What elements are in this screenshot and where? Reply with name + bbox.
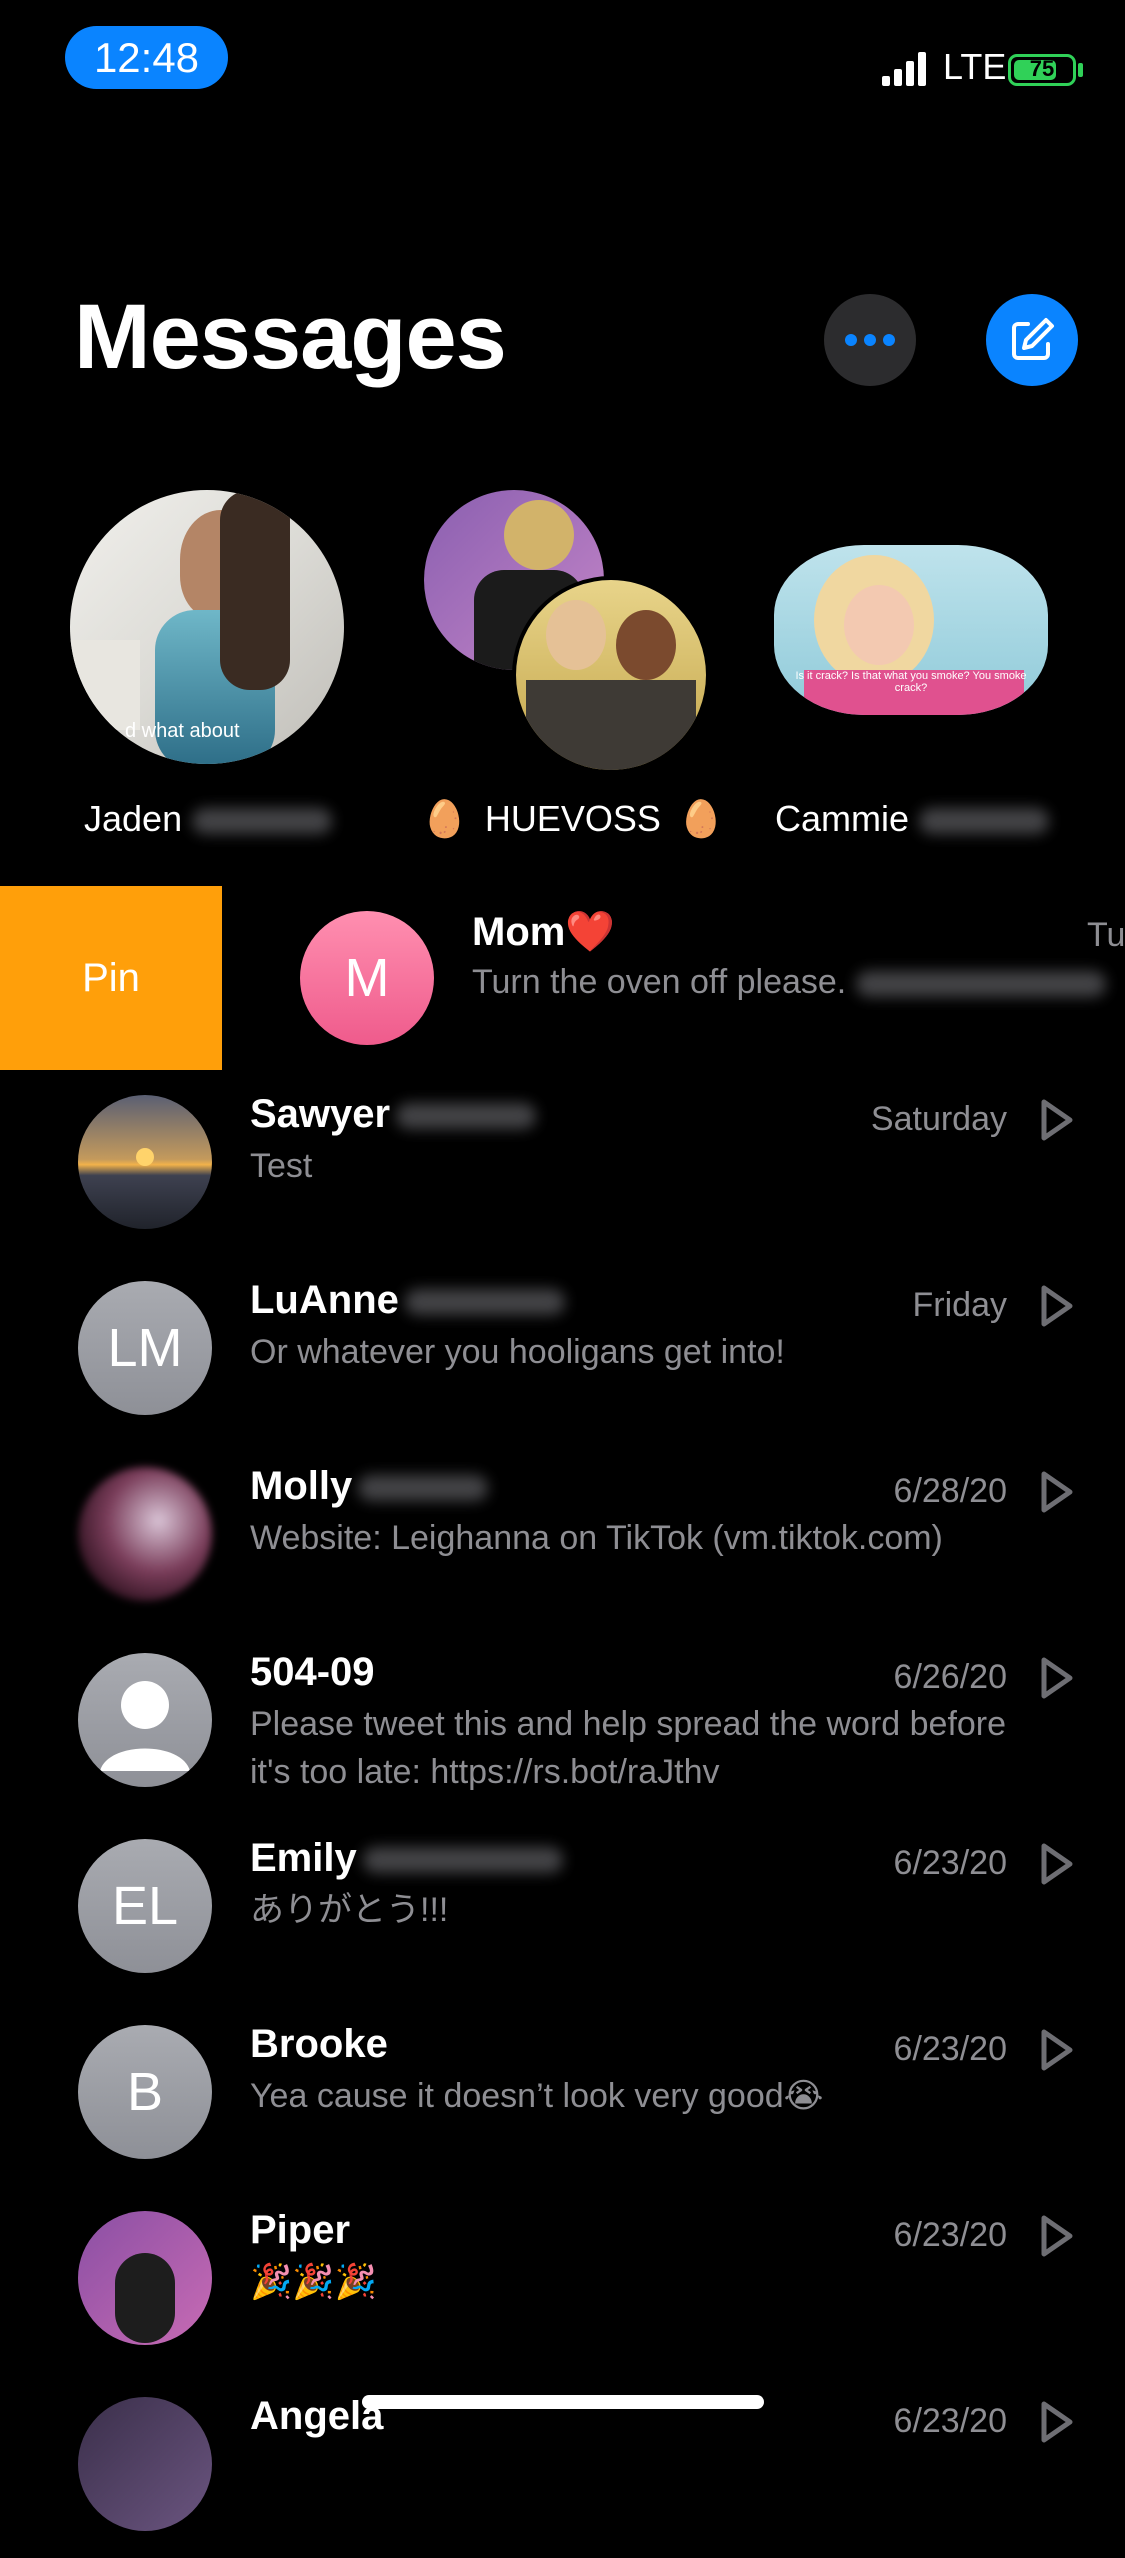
conversation-row[interactable]: Sawyer Saturday Test — [0, 1070, 1125, 1256]
avatar: B — [78, 2025, 212, 2159]
compose-button[interactable] — [986, 294, 1078, 386]
signal-icon — [882, 52, 926, 86]
home-indicator — [362, 2395, 764, 2409]
pin-action-button[interactable]: Pin — [0, 886, 222, 1070]
message-date: 6/23/20 — [893, 2216, 1007, 2254]
conversation-row[interactable]: Piper 6/23/20 🎉🎉🎉 — [0, 2186, 1125, 2372]
avatar-initials: LM — [107, 1318, 183, 1378]
conversation-row[interactable]: EL Emily 6/23/20 ありがとう!!! — [0, 1814, 1125, 2000]
cammie-avatar: Is it crack? Is that what you smoke? You… — [774, 545, 1048, 715]
contact-name: Mom — [472, 910, 566, 954]
chevron-right-icon — [1034, 1656, 1078, 1705]
redacted-surname — [396, 1103, 537, 1130]
chevron-right-icon — [1034, 2214, 1078, 2263]
avatar: M — [300, 911, 434, 1045]
avatar-initials: M — [344, 948, 390, 1008]
cammie-caption: Is it crack? Is that what you smoke? You… — [795, 670, 1027, 694]
person-icon — [78, 1653, 212, 1787]
contact-name: Brooke — [250, 2022, 388, 2066]
pin-action-label: Pin — [82, 955, 140, 1000]
conversation-row-mom[interactable]: M Mom❤️ Turn the oven off please. Tu — [222, 886, 1125, 1070]
redacted-text — [855, 971, 1106, 998]
chevron-right-icon — [1034, 1470, 1078, 1519]
message-date: Saturday — [870, 1100, 1007, 1138]
avatar-photo — [78, 2211, 212, 2345]
jaden-caption: d what about — [125, 720, 240, 742]
jaden-avatar: d what about — [70, 490, 344, 764]
message-preview: 🎉🎉🎉 — [250, 2263, 378, 2301]
contact-name: 504-09 — [250, 1650, 375, 1694]
redacted-surname — [404, 1289, 565, 1316]
contact-name: LuAnne — [250, 1278, 399, 1322]
avatar: LM — [78, 1281, 212, 1415]
group-avatar-front — [512, 576, 710, 774]
conversation-row[interactable]: LM LuAnne Friday Or whatever you hooliga… — [0, 1256, 1125, 1442]
message-date: 6/28/20 — [893, 1472, 1007, 1510]
message-preview: Website: Leighanna on TikTok (vm.tiktok.… — [250, 1519, 943, 1557]
contact-name: Sawyer — [250, 1092, 391, 1136]
message-date: Tu — [1087, 916, 1125, 954]
pinned-name-cammie: Cammie — [775, 798, 910, 839]
redacted-surname — [192, 808, 333, 835]
battery-percent: 75 — [1029, 56, 1055, 81]
page-title: Messages — [74, 286, 507, 388]
ellipsis-icon — [845, 334, 895, 346]
redacted-surname — [919, 808, 1050, 835]
pinned-huevoss[interactable]: 🥚 HUEVOSS 🥚 — [410, 490, 724, 840]
message-preview: Or whatever you hooligans get into! — [250, 1333, 785, 1371]
chevron-right-icon — [1034, 2400, 1078, 2449]
message-preview: Turn the oven off please. — [472, 963, 847, 1001]
egg-icon: 🥚 — [422, 798, 467, 839]
message-date: 6/23/20 — [893, 2402, 1007, 2440]
contact-name: Piper — [250, 2208, 351, 2252]
redacted-surname — [358, 1475, 489, 1502]
avatar-photo — [78, 1095, 212, 1229]
battery-icon: 75 — [1008, 54, 1076, 86]
avatar: EL — [78, 1839, 212, 1973]
egg-icon: 🥚 — [678, 798, 724, 839]
avatar-photo — [78, 2397, 212, 2531]
avatar-initials: EL — [111, 1876, 179, 1936]
message-preview: Test — [250, 1147, 313, 1185]
more-button[interactable] — [824, 294, 916, 386]
conversation-row[interactable]: B Brooke 6/23/20 Yea cause it doesn’t lo… — [0, 2000, 1125, 2186]
message-date: 6/26/20 — [893, 1658, 1007, 1696]
message-preview: ありがとう!!! — [250, 1891, 449, 1929]
message-date: 6/23/20 — [893, 1844, 1007, 1882]
contact-name: Emily — [250, 1836, 357, 1880]
chevron-right-icon — [1034, 1842, 1078, 1891]
message-preview: Please tweet this and help spread the wo… — [250, 1705, 1007, 1791]
message-preview: Yea cause it doesn’t look very good😭 — [250, 2077, 824, 2115]
chevron-right-icon — [1034, 1098, 1078, 1147]
pinned-jaden[interactable]: d what about Jaden — [70, 490, 344, 840]
redacted-surname — [362, 1847, 563, 1874]
conversation-row[interactable]: Molly 6/28/20 Website: Leighanna on TikT… — [0, 1442, 1125, 1628]
pinned-name-huevoss: HUEVOSS — [484, 798, 661, 839]
message-date: Friday — [912, 1286, 1007, 1324]
compose-icon — [1012, 318, 1054, 360]
contact-name: Molly — [250, 1464, 353, 1508]
pinned-cammie[interactable]: Is it crack? Is that what you smoke? You… — [772, 490, 1062, 840]
message-date: 6/23/20 — [893, 2030, 1007, 2068]
avatar-initials: B — [126, 2062, 164, 2122]
avatar-photo — [78, 1467, 212, 1601]
pinned-name-jaden: Jaden — [84, 798, 183, 839]
chevron-right-icon — [1034, 2028, 1078, 2077]
battery-tip — [1078, 63, 1083, 77]
network-label: LTE — [943, 46, 1007, 87]
chevron-right-icon — [1034, 1284, 1078, 1333]
conversation-row[interactable]: 504-09 6/26/20 Please tweet this and hel… — [0, 1628, 1125, 1814]
status-time: 12:48 — [65, 26, 228, 89]
heart-icon: ❤️ — [565, 910, 616, 954]
